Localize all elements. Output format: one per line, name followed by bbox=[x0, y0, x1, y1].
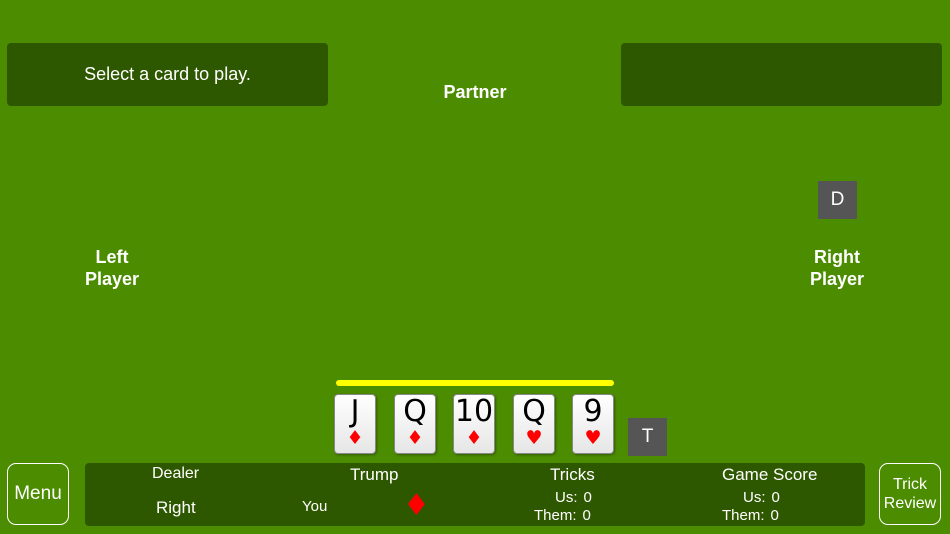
card-rank: Q bbox=[403, 394, 427, 429]
trump-heading: Trump bbox=[350, 465, 399, 484]
trick-review-button-label: Trick Review bbox=[884, 475, 936, 513]
left-player-label-line1: Left bbox=[95, 247, 129, 267]
dealer-chip: D bbox=[818, 181, 857, 219]
card-rank: Q bbox=[522, 394, 546, 429]
diamond-icon: ♦ bbox=[403, 488, 430, 523]
left-player-label-line2: Player bbox=[84, 269, 140, 289]
right-info-panel bbox=[621, 43, 942, 106]
hand-card[interactable]: J ♦ bbox=[334, 394, 376, 454]
tricks-them: Them: 0 bbox=[534, 507, 591, 524]
turn-indicator bbox=[336, 380, 614, 386]
diamond-icon: ♦ bbox=[346, 427, 364, 449]
hand-card[interactable]: Q ♥ bbox=[513, 394, 555, 454]
trick-review-label-line1: Trick bbox=[892, 476, 928, 493]
tricks-them-label: Them: bbox=[534, 507, 577, 524]
hand-card[interactable]: Q ♦ bbox=[394, 394, 436, 454]
right-player-label: Right Player bbox=[777, 246, 897, 290]
right-player-label-line1: Right bbox=[814, 247, 860, 267]
diamond-icon: ♦ bbox=[406, 427, 424, 449]
partner-label: Partner bbox=[443, 82, 507, 102]
heart-icon: ♥ bbox=[584, 427, 602, 449]
message-panel: Select a card to play. bbox=[7, 43, 328, 106]
hand-card[interactable]: 10 ♦ bbox=[453, 394, 495, 454]
left-player-label: Left Player bbox=[52, 246, 172, 290]
menu-button[interactable]: Menu bbox=[7, 463, 69, 525]
trick-review-label-line2: Review bbox=[883, 495, 937, 512]
score-us-label: Us: bbox=[743, 489, 766, 506]
dealer-value: Right bbox=[156, 498, 196, 517]
tricks-them-value: 0 bbox=[582, 507, 591, 524]
hand-card[interactable]: 9 ♥ bbox=[572, 394, 614, 454]
right-player-label-line2: Player bbox=[809, 269, 865, 289]
score-them: Them: 0 bbox=[722, 507, 779, 524]
score-us-value: 0 bbox=[771, 489, 780, 506]
tricks-us: Us: 0 bbox=[555, 489, 592, 506]
dealer-heading: Dealer bbox=[152, 465, 200, 482]
score-us: Us: 0 bbox=[743, 489, 780, 506]
card-rank: 10 bbox=[454, 394, 494, 429]
card-rank: 9 bbox=[583, 394, 603, 429]
trick-review-button[interactable]: Trick Review bbox=[879, 463, 941, 525]
message-text: Select a card to play. bbox=[84, 64, 251, 84]
trump-chip: T bbox=[628, 418, 667, 456]
tricks-us-label: Us: bbox=[555, 489, 578, 506]
score-them-label: Them: bbox=[722, 507, 765, 524]
tricks-heading: Tricks bbox=[550, 465, 595, 484]
heart-icon: ♥ bbox=[525, 427, 543, 449]
score-them-value: 0 bbox=[770, 507, 779, 524]
tricks-us-value: 0 bbox=[583, 489, 592, 506]
card-rank: J bbox=[350, 394, 360, 429]
diamond-icon: ♦ bbox=[465, 427, 483, 449]
trump-caller: You bbox=[302, 498, 328, 515]
menu-button-label: Menu bbox=[14, 483, 62, 504]
game-score-heading: Game Score bbox=[722, 465, 818, 484]
